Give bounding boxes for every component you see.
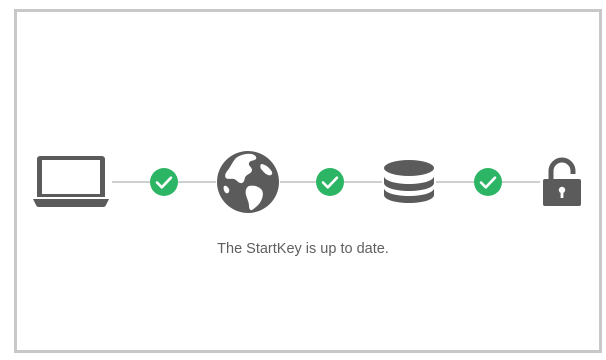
sync-pipeline: The StartKey is up to date.: [0, 0, 606, 360]
pipeline-graphic: [33, 151, 581, 213]
check-circle-icon: [150, 168, 178, 196]
globe-icon: [217, 151, 279, 213]
check-circle-icon: [474, 168, 502, 196]
status-message: The StartKey is up to date.: [217, 241, 389, 257]
database-icon: [384, 160, 434, 203]
lock-icon: [543, 157, 581, 206]
laptop-icon: [33, 156, 109, 208]
check-circle-icon: [316, 168, 344, 196]
